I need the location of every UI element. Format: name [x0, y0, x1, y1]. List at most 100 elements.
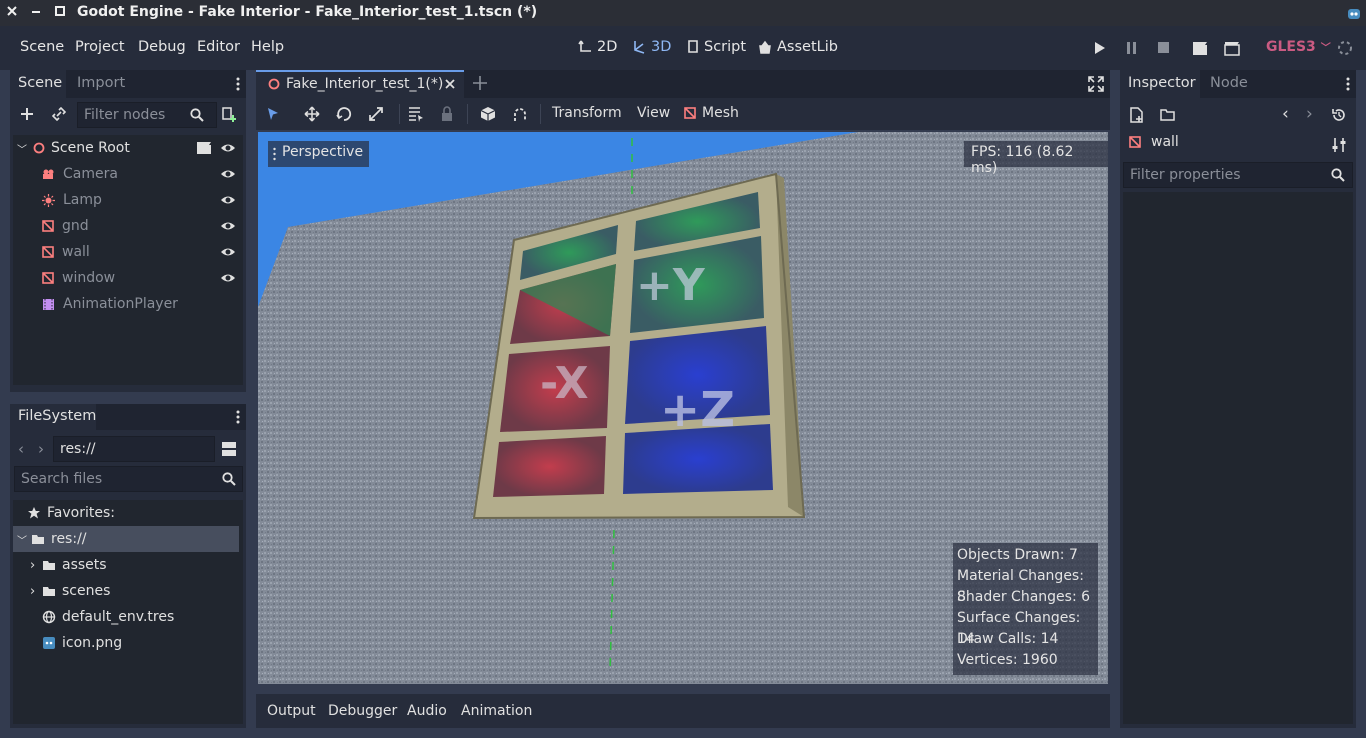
- history-back-icon[interactable]: ‹: [1282, 104, 1289, 124]
- tree-row-wall[interactable]: wall: [13, 239, 243, 265]
- distraction-free-icon[interactable]: [1088, 76, 1104, 92]
- inspected-object[interactable]: wall: [1129, 134, 1179, 150]
- favorites-row[interactable]: Favorites:: [13, 500, 243, 526]
- scale-mode-icon[interactable]: [368, 106, 384, 122]
- instance-link-icon[interactable]: [52, 107, 66, 121]
- select-mode-icon[interactable]: [266, 107, 280, 121]
- viewport-3d[interactable]: +Y -X +Z Perspective FPS: 116 (8.62 ms) …: [258, 132, 1108, 684]
- visibility-eye-icon[interactable]: [220, 167, 236, 181]
- tree-row-scenes[interactable]: › scenes: [13, 578, 243, 604]
- add-tab-icon[interactable]: [472, 75, 488, 91]
- transform-menu[interactable]: Transform: [552, 105, 622, 121]
- dock-menu-icon[interactable]: [1346, 76, 1350, 92]
- tree-row-scene-root[interactable]: ﹀ Scene Root: [13, 135, 243, 161]
- visibility-eye-icon[interactable]: [220, 141, 236, 155]
- play-scene-icon[interactable]: [1192, 40, 1208, 56]
- tree-row-gnd[interactable]: gnd: [13, 213, 243, 239]
- menu-help[interactable]: Help: [251, 39, 284, 55]
- play-custom-scene-icon[interactable]: [1224, 40, 1240, 56]
- tab-node[interactable]: Node: [1210, 75, 1248, 91]
- camera-icon: [42, 168, 55, 180]
- visibility-eye-icon[interactable]: [220, 271, 236, 285]
- tree-row-assets[interactable]: › assets: [13, 552, 243, 578]
- godot-logo-icon: [1346, 5, 1362, 21]
- renderer-select[interactable]: GLES3 ﹀: [1266, 39, 1331, 55]
- dock-menu-icon[interactable]: [236, 409, 240, 425]
- chevron-right-icon[interactable]: ›: [30, 558, 42, 573]
- node-name: gnd: [62, 218, 89, 234]
- tab-output[interactable]: Output: [267, 703, 316, 719]
- visibility-eye-icon[interactable]: [220, 245, 236, 259]
- workspace-2d-button[interactable]: 2D: [578, 39, 617, 55]
- tab-debugger[interactable]: Debugger: [328, 703, 397, 719]
- stop-icon[interactable]: [1157, 41, 1170, 54]
- view-menu[interactable]: View: [637, 105, 670, 121]
- tab-import[interactable]: Import: [77, 75, 125, 91]
- tree-row-default-env[interactable]: default_env.tres: [13, 604, 243, 630]
- tree-row-lamp[interactable]: Lamp: [13, 187, 243, 213]
- property-list: [1123, 192, 1353, 724]
- tab-inspector[interactable]: Inspector: [1120, 70, 1200, 98]
- lock-icon[interactable]: [440, 106, 454, 122]
- workspace-assetlib-button[interactable]: AssetLib: [758, 39, 838, 55]
- minimize-icon[interactable]: [30, 5, 42, 17]
- object-properties-icon[interactable]: [1331, 137, 1347, 153]
- open-folder-icon[interactable]: [1160, 108, 1176, 122]
- chevron-right-icon[interactable]: ›: [30, 584, 42, 599]
- search-files-input[interactable]: Search files: [14, 466, 243, 492]
- tab-audio[interactable]: Audio: [407, 703, 447, 719]
- workspace-assetlib-label: AssetLib: [777, 39, 838, 55]
- tree-row-icon-png[interactable]: icon.png: [13, 630, 243, 656]
- visibility-eye-icon[interactable]: [220, 193, 236, 207]
- tree-row-animation-player[interactable]: AnimationPlayer: [13, 291, 243, 317]
- filter-nodes-placeholder: Filter nodes: [84, 107, 166, 123]
- close-tab-icon[interactable]: [444, 78, 456, 90]
- stat-shader-changes: Shader Changes: 6: [957, 589, 1091, 605]
- play-icon[interactable]: [1093, 40, 1107, 56]
- tab-animation[interactable]: Animation: [461, 703, 532, 719]
- workspace-3d-button[interactable]: 3D: [632, 39, 671, 55]
- forward-arrow-icon[interactable]: ›: [38, 440, 44, 458]
- perspective-label: Perspective: [282, 144, 364, 160]
- close-icon[interactable]: [6, 5, 18, 17]
- snap-icon[interactable]: [512, 106, 528, 122]
- menu-debug[interactable]: Debug: [138, 39, 186, 55]
- maximize-icon[interactable]: [54, 5, 66, 17]
- add-node-icon[interactable]: [20, 107, 34, 121]
- menu-scene[interactable]: Scene: [20, 39, 64, 55]
- tree-row-window[interactable]: window: [13, 265, 243, 291]
- dock-menu-icon[interactable]: [236, 76, 240, 92]
- list-select-icon[interactable]: [408, 106, 424, 122]
- pause-icon[interactable]: [1126, 40, 1138, 56]
- chevron-down-icon[interactable]: ﹀: [17, 141, 31, 156]
- perspective-menu-button[interactable]: Perspective: [268, 141, 370, 167]
- scene-tab-active[interactable]: Fake_Interior_test_1(*): [256, 70, 464, 98]
- back-arrow-icon[interactable]: ‹: [18, 440, 24, 458]
- mesh-menu[interactable]: Mesh: [684, 105, 739, 121]
- move-mode-icon[interactable]: [304, 106, 320, 122]
- chevron-down-icon[interactable]: ﹀: [17, 532, 31, 547]
- tree-row-res-root[interactable]: ﹀ res://: [13, 526, 239, 552]
- new-resource-icon[interactable]: [1130, 107, 1144, 123]
- tab-filesystem[interactable]: FileSystem: [10, 404, 96, 430]
- workspace-3d-label: 3D: [651, 39, 672, 55]
- tab-scene[interactable]: Scene: [10, 70, 66, 98]
- menu-editor[interactable]: Editor: [197, 39, 240, 55]
- node-name: Lamp: [63, 192, 102, 208]
- filter-properties-input[interactable]: Filter properties: [1123, 162, 1353, 188]
- window-title: Godot Engine - Fake Interior - Fake_Inte…: [77, 4, 538, 20]
- visibility-eye-icon[interactable]: [220, 219, 236, 233]
- history-forward-icon[interactable]: ›: [1306, 104, 1313, 124]
- attach-script-icon[interactable]: [221, 107, 237, 123]
- local-space-icon[interactable]: [480, 106, 496, 122]
- mesh-menu-label: Mesh: [702, 105, 739, 121]
- search-icon: [222, 472, 236, 486]
- path-input[interactable]: res://: [53, 436, 215, 462]
- workspace-script-button[interactable]: Script: [687, 39, 746, 55]
- rotate-mode-icon[interactable]: [336, 106, 352, 122]
- split-view-icon[interactable]: [221, 441, 237, 457]
- history-icon[interactable]: [1331, 107, 1347, 123]
- tree-row-camera[interactable]: Camera: [13, 161, 243, 187]
- instance-scene-icon[interactable]: [196, 141, 212, 155]
- menu-project[interactable]: Project: [75, 39, 125, 55]
